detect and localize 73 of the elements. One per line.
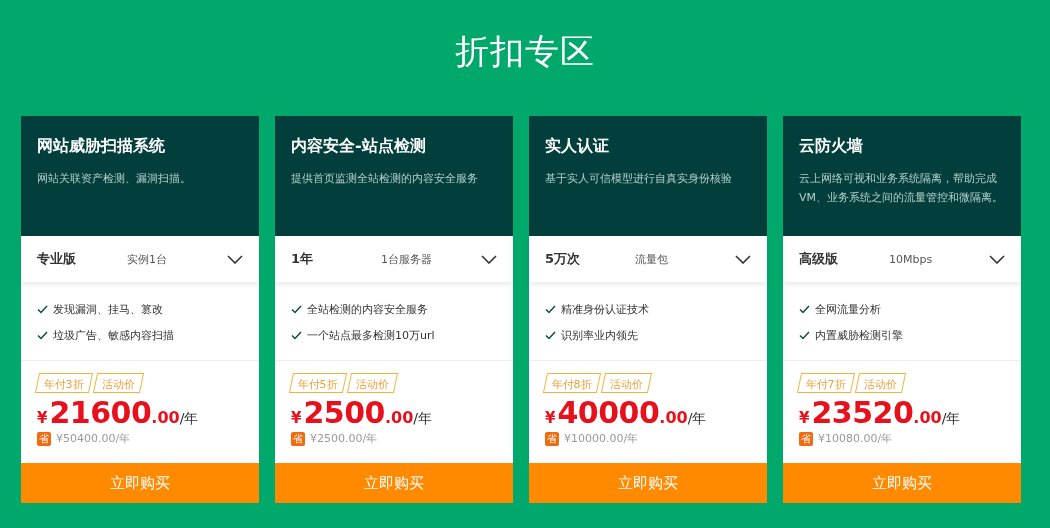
product-description: 网站关联资产检测、漏洞扫描。: [37, 171, 192, 187]
check-icon: [545, 304, 556, 314]
edition-label: 5万次: [545, 250, 582, 268]
savings-amount: ¥10080.00/年: [818, 431, 893, 446]
check-icon: [37, 330, 48, 340]
product-name: 实人认证: [545, 136, 610, 156]
product-name: 内容安全-站点检测: [291, 136, 427, 156]
price-amount: 40000: [557, 395, 660, 430]
price-unit: /年: [687, 410, 707, 428]
check-icon: [37, 304, 48, 314]
savings-badge: 省: [291, 431, 305, 446]
price-decimals: .00: [659, 408, 688, 427]
chevron-down-icon: [227, 254, 243, 264]
plan-dropdown[interactable]: 高级版 10Mbps: [783, 236, 1021, 282]
check-icon: [799, 330, 810, 340]
feature-text: 发现漏洞、挂马、篡改: [53, 301, 163, 317]
savings-badge: 省: [37, 431, 51, 446]
edition-label: 高级版: [799, 250, 839, 268]
price-decimals: .00: [384, 408, 414, 427]
product-description: 基于实人可信模型进行自真实身份核验: [545, 171, 733, 187]
currency-symbol: ¥: [37, 409, 48, 427]
savings-amount: ¥50400.00/年: [56, 431, 131, 446]
section-title: 折扣专区: [455, 30, 595, 73]
spec-label: 10Mbps: [889, 252, 934, 266]
price-decimals: .00: [151, 408, 180, 427]
currency-symbol: ¥: [291, 409, 302, 427]
product-description: 云上网络可视和业务系统隔离，帮助完成VM、业务系统之间的流量管控和微隔离。: [799, 171, 1004, 206]
plan-dropdown[interactable]: 1年 1台服务器: [275, 236, 513, 282]
promo-tag: 活动价: [346, 373, 399, 393]
promo-tag: 年付7折: [796, 373, 856, 393]
chevron-down-icon: [989, 254, 1005, 264]
savings-amount: ¥10000.00/年: [564, 431, 639, 446]
chevron-down-icon: [481, 254, 497, 264]
spec-label: 流量包: [635, 251, 669, 267]
feature-text: 精准身份认证技术: [561, 301, 649, 317]
product-name: 云防火墙: [799, 136, 864, 156]
edition-label: 专业版: [37, 250, 77, 268]
price-amount: 23520: [811, 395, 914, 430]
promo-tag: 年付8折: [542, 373, 602, 393]
currency-symbol: ¥: [799, 409, 810, 427]
savings-badge: 省: [545, 431, 559, 446]
edition-label: 1年: [291, 250, 315, 268]
feature-text: 识别率业内领先: [561, 327, 638, 343]
check-icon: [291, 330, 302, 340]
savings-badge: 省: [799, 431, 813, 446]
feature-text: 全站检测的内容安全服务: [307, 301, 428, 317]
promo-tag: 活动价: [854, 373, 907, 393]
check-icon: [545, 330, 556, 340]
promo-tag: 活动价: [600, 373, 653, 393]
feature-text: 全网流量分析: [815, 301, 881, 317]
plan-dropdown[interactable]: 专业版 实例1台: [21, 236, 259, 282]
price-decimals: .00: [913, 408, 942, 427]
spec-label: 1台服务器: [381, 251, 433, 267]
feature-text: 一个站点最多检测10万url: [307, 327, 435, 343]
plan-dropdown[interactable]: 5万次 流量包: [529, 236, 767, 282]
price-unit: /年: [941, 410, 961, 428]
product-description: 提供首页监测全站检测的内容安全服务: [291, 171, 479, 187]
check-icon: [291, 304, 302, 314]
product-name: 网站威胁扫描系统: [37, 136, 166, 156]
savings-amount: ¥2500.00/年: [310, 431, 378, 446]
spec-label: 实例1台: [127, 251, 168, 267]
promo-tag: 年付5折: [288, 373, 348, 393]
chevron-down-icon: [735, 254, 751, 264]
price-amount: 2500: [303, 395, 385, 430]
promo-tag: 活动价: [92, 373, 145, 393]
check-icon: [799, 304, 810, 314]
price-unit: /年: [179, 410, 199, 428]
price-amount: 21600: [49, 395, 152, 430]
promo-tag: 年付3折: [34, 373, 94, 393]
feature-text: 垃圾广告、敏感内容扫描: [53, 327, 174, 343]
currency-symbol: ¥: [545, 409, 556, 427]
feature-text: 内置威胁检测引擎: [815, 327, 903, 343]
price-unit: /年: [413, 410, 432, 428]
